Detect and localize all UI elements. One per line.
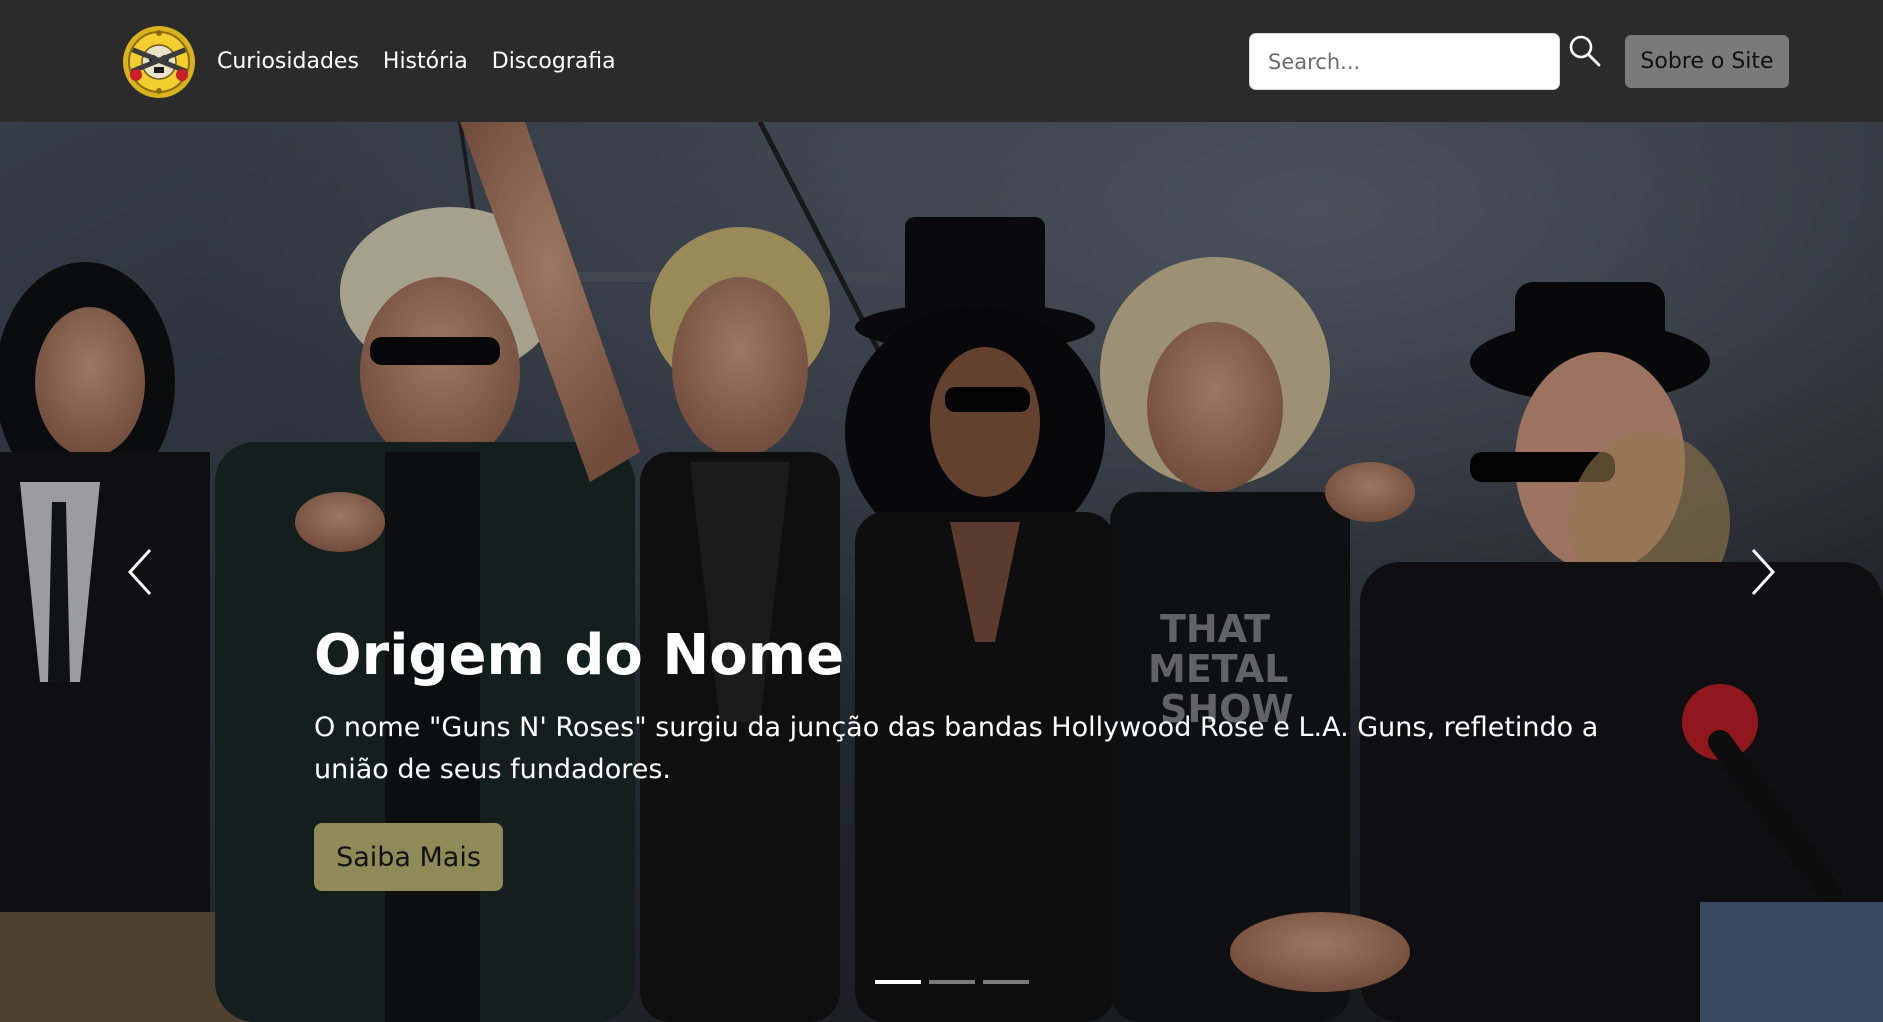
carousel-indicator-3[interactable] (983, 980, 1029, 984)
hero-carousel: THAT METAL SHOW Origem do Nome O nome "G… (0, 122, 1883, 1022)
carousel-indicators (875, 980, 1037, 984)
nav-link-curiosidades[interactable]: Curiosidades (217, 49, 359, 74)
carousel-prev-arrow-icon[interactable] (116, 542, 166, 602)
slide-description: O nome "Guns N' Roses" surgiu da junção … (314, 712, 1599, 786)
learn-more-button[interactable]: Saiba Mais (314, 823, 503, 892)
search-input[interactable] (1249, 33, 1560, 90)
carousel-indicator-2[interactable] (929, 980, 975, 984)
nav-links: Curiosidades História Discografia (217, 0, 640, 122)
slide-caption: Origem do Nome O nome "Guns N' Roses" su… (314, 622, 1614, 892)
about-site-button[interactable]: Sobre o Site (1625, 35, 1789, 88)
search-icon[interactable] (1567, 33, 1603, 69)
top-navbar: Curiosidades História Discografia Sobre … (0, 0, 1883, 122)
slide-title: Origem do Nome (314, 623, 845, 688)
guns-n-roses-logo[interactable] (122, 25, 196, 99)
nav-link-discografia[interactable]: Discografia (492, 49, 616, 74)
carousel-next-arrow-icon[interactable] (1737, 542, 1787, 602)
carousel-indicator-1[interactable] (875, 980, 921, 984)
nav-link-historia[interactable]: História (383, 49, 468, 74)
